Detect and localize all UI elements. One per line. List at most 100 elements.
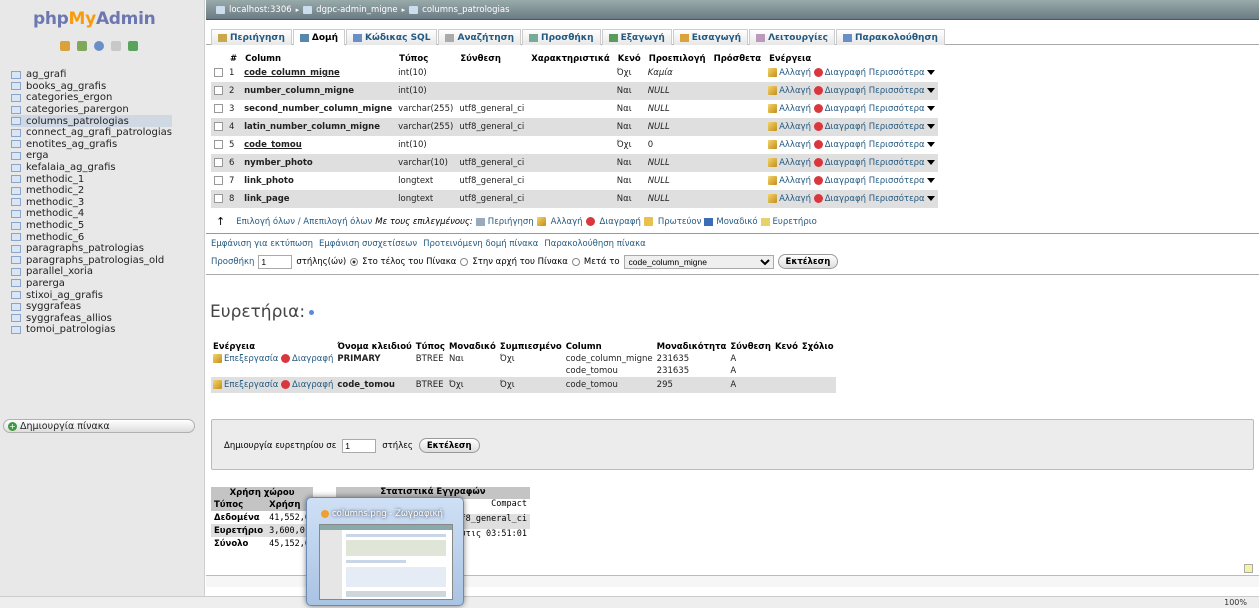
edit-index-link[interactable]: Επεξεργασία bbox=[224, 354, 278, 364]
sidebar-table-item[interactable]: methodic_3 bbox=[11, 197, 172, 209]
docs-icon[interactable] bbox=[111, 41, 121, 51]
change-link[interactable]: Αλλαγή bbox=[779, 140, 811, 150]
more-dropdown[interactable]: Περισσότερα bbox=[869, 194, 925, 204]
sidebar-table-item[interactable]: tomoi_patrologias bbox=[11, 324, 172, 336]
breadcrumb-server[interactable]: localhost:3306 bbox=[229, 5, 292, 15]
add-column-go-button[interactable]: Εκτέλεση bbox=[777, 254, 839, 269]
change-link[interactable]: Αλλαγή bbox=[779, 194, 811, 204]
change-link[interactable]: Αλλαγή bbox=[779, 158, 811, 168]
help-icon[interactable] bbox=[94, 41, 104, 51]
radio-at-beginning[interactable] bbox=[460, 257, 469, 266]
propose-structure-link[interactable]: Προτεινόμενη δομή πίνακα bbox=[423, 239, 538, 249]
row-checkbox[interactable] bbox=[214, 122, 223, 131]
change-selected[interactable]: Αλλαγή bbox=[551, 217, 583, 227]
sidebar-table-item[interactable]: methodic_2 bbox=[11, 185, 172, 197]
docs-icon[interactable] bbox=[309, 309, 315, 315]
drop-index-link[interactable]: Διαγραφή bbox=[292, 380, 333, 390]
sidebar-table-item[interactable]: paragraphs_patrologias bbox=[11, 243, 172, 255]
more-dropdown[interactable]: Περισσότερα bbox=[869, 176, 925, 186]
tab-4[interactable]: Προσθήκη bbox=[522, 29, 601, 45]
tab-2[interactable]: Κώδικας SQL bbox=[346, 29, 438, 45]
create-index-go-button[interactable]: Εκτέλεση bbox=[418, 438, 480, 453]
row-checkbox[interactable] bbox=[214, 140, 223, 149]
sidebar-table-item[interactable]: books_ag_grafis bbox=[11, 81, 172, 93]
row-checkbox[interactable] bbox=[214, 104, 223, 113]
sidebar-table-item[interactable]: categories_parergon bbox=[11, 104, 172, 116]
more-dropdown[interactable]: Περισσότερα bbox=[869, 122, 925, 132]
more-dropdown[interactable]: Περισσότερα bbox=[869, 68, 925, 78]
reload-icon[interactable] bbox=[128, 41, 138, 51]
home-icon[interactable] bbox=[60, 41, 70, 51]
sidebar-table-item[interactable]: kefalaia_ag_grafis bbox=[11, 162, 172, 174]
sidebar-table-item[interactable]: parallel_xoria bbox=[11, 266, 172, 278]
sidebar-table-item[interactable]: stixoi_ag_grafis bbox=[11, 289, 172, 301]
drop-link[interactable]: Διαγραφή bbox=[825, 122, 866, 132]
drop-link[interactable]: Διαγραφή bbox=[825, 176, 866, 186]
change-link[interactable]: Αλλαγή bbox=[779, 176, 811, 186]
primary-selected[interactable]: Πρωτεύον bbox=[658, 217, 701, 227]
drop-link[interactable]: Διαγραφή bbox=[825, 140, 866, 150]
exit-icon[interactable] bbox=[77, 41, 87, 51]
more-dropdown[interactable]: Περισσότερα bbox=[869, 104, 925, 114]
drop-link[interactable]: Διαγραφή bbox=[825, 104, 866, 114]
taskbar-thumbnail[interactable]: columns.png - Ζωγραφική bbox=[306, 497, 464, 606]
sidebar-table-item[interactable]: methodic_6 bbox=[11, 231, 172, 243]
tab-1[interactable]: Δομή bbox=[292, 29, 346, 45]
row-checkbox[interactable] bbox=[214, 194, 223, 203]
more-dropdown[interactable]: Περισσότερα bbox=[869, 158, 925, 168]
sidebar-table-item[interactable]: erga bbox=[11, 150, 172, 162]
drop-selected[interactable]: Διαγραφή bbox=[600, 217, 641, 227]
change-link[interactable]: Αλλαγή bbox=[779, 104, 811, 114]
sidebar-table-item[interactable]: columns_patrologias bbox=[11, 115, 172, 127]
tab-6[interactable]: Εισαγωγή bbox=[672, 29, 749, 45]
track-table-link[interactable]: Παρακολούθηση πίνακα bbox=[544, 239, 645, 249]
phpmyadmin-logo[interactable]: phpMyAdmin bbox=[33, 9, 156, 29]
create-table-button[interactable]: + Δημιουργία πίνακα bbox=[3, 419, 195, 433]
change-link[interactable]: Αλλαγή bbox=[779, 68, 811, 78]
sidebar-table-item[interactable]: paragraphs_patrologias_old bbox=[11, 255, 172, 267]
change-link[interactable]: Αλλαγή bbox=[779, 86, 811, 96]
sidebar-table-item[interactable]: syggrafeas bbox=[11, 301, 172, 313]
sidebar-table-item[interactable]: enotites_ag_grafis bbox=[11, 139, 172, 151]
sidebar-table-item[interactable]: connect_ag_grafi_patrologias bbox=[11, 127, 172, 139]
sidebar-table-item[interactable]: methodic_1 bbox=[11, 173, 172, 185]
sidebar-table-item[interactable]: methodic_4 bbox=[11, 208, 172, 220]
tab-8[interactable]: Παρακολούθηση bbox=[836, 29, 945, 45]
unique-selected[interactable]: Μοναδικό bbox=[716, 217, 757, 227]
change-link[interactable]: Αλλαγή bbox=[779, 122, 811, 132]
select-all-link[interactable]: Επιλογή όλων / Απεπιλογή όλων bbox=[236, 217, 372, 227]
add-column-count[interactable] bbox=[258, 254, 293, 269]
radio-after[interactable] bbox=[571, 257, 580, 266]
zoom-level[interactable]: 100% bbox=[1224, 598, 1247, 607]
drop-link[interactable]: Διαγραφή bbox=[825, 194, 866, 204]
create-index-count[interactable] bbox=[342, 438, 377, 453]
row-checkbox[interactable] bbox=[214, 68, 223, 77]
row-checkbox[interactable] bbox=[214, 158, 223, 167]
sidebar-table-item[interactable]: methodic_5 bbox=[11, 220, 172, 232]
after-column-select[interactable]: code_column_migne bbox=[623, 254, 774, 269]
sidebar-table-item[interactable]: categories_ergon bbox=[11, 92, 172, 104]
radio-at-end[interactable] bbox=[350, 257, 359, 266]
tab-0[interactable]: Περιήγηση bbox=[211, 29, 292, 45]
relation-view-link[interactable]: Εμφάνιση συσχετίσεων bbox=[319, 239, 417, 249]
drop-link[interactable]: Διαγραφή bbox=[825, 158, 866, 168]
sidebar-table-item[interactable]: parerga bbox=[11, 278, 172, 290]
index-selected[interactable]: Ευρετήριο bbox=[773, 217, 817, 227]
row-checkbox[interactable] bbox=[214, 86, 223, 95]
drop-link[interactable]: Διαγραφή bbox=[825, 68, 866, 78]
breadcrumb-table[interactable]: columns_patrologias bbox=[422, 5, 509, 15]
tab-5[interactable]: Εξαγωγή bbox=[601, 29, 672, 45]
row-checkbox[interactable] bbox=[214, 176, 223, 185]
tab-7[interactable]: Λειτουργίες bbox=[749, 29, 835, 45]
more-dropdown[interactable]: Περισσότερα bbox=[869, 140, 925, 150]
print-view-link[interactable]: Εμφάνιση για εκτύπωση bbox=[211, 239, 313, 249]
drop-index-link[interactable]: Διαγραφή bbox=[292, 354, 333, 364]
breadcrumb-database[interactable]: dgpc-admin_migne bbox=[316, 5, 397, 15]
sidebar-table-item[interactable]: ag_grafi bbox=[11, 69, 172, 81]
browse-selected[interactable]: Περιήγηση bbox=[488, 217, 534, 227]
drop-link[interactable]: Διαγραφή bbox=[825, 86, 866, 96]
tab-3[interactable]: Αναζήτηση bbox=[438, 29, 522, 45]
more-dropdown[interactable]: Περισσότερα bbox=[869, 86, 925, 96]
sidebar-table-item[interactable]: syggrafeas_allios bbox=[11, 312, 172, 324]
edit-index-link[interactable]: Επεξεργασία bbox=[224, 380, 278, 390]
